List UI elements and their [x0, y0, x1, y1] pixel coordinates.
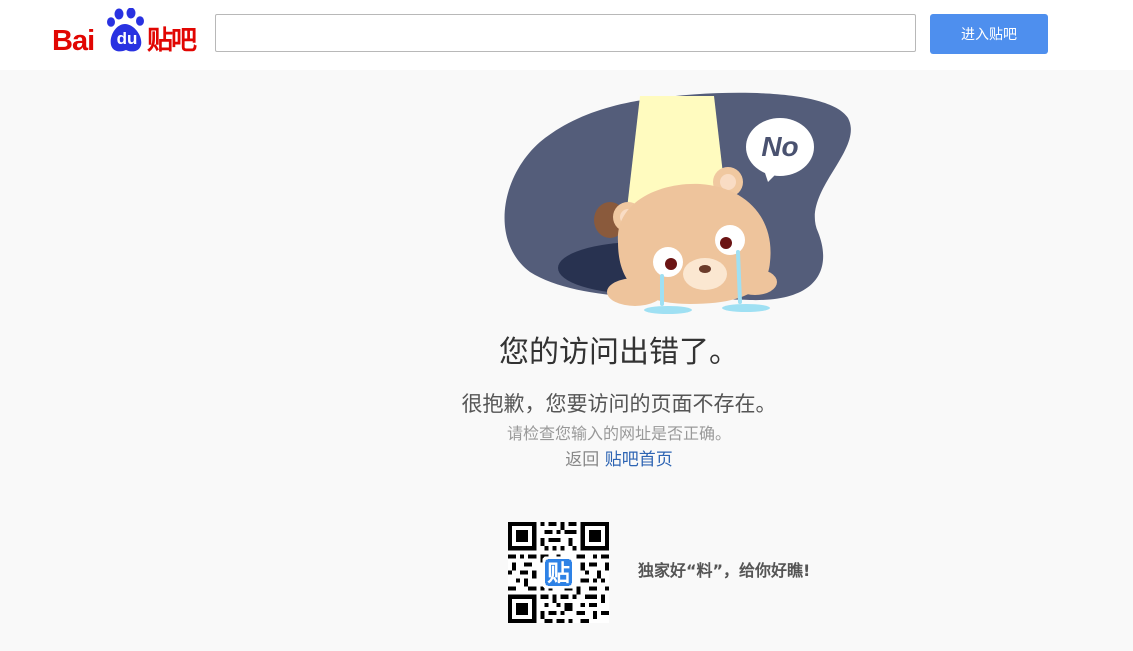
logo-text-tieba: 贴吧 — [147, 26, 197, 56]
search-input[interactable] — [215, 14, 916, 52]
error-hint: 请检查您输入的网址是否正确。 — [506, 424, 731, 443]
speech-bubble-text: No — [761, 131, 798, 162]
top-header: Bai du 贴吧 进入贴吧 — [0, 0, 1133, 70]
qr-code: 贴 — [508, 522, 609, 623]
error-title: 您的访问出错了。 — [499, 335, 739, 370]
logo-text-du: du — [116, 29, 138, 48]
error-subtitle: 很抱歉，您要访问的页面不存在。 — [461, 392, 777, 416]
logo-text-bai: Bai — [52, 25, 95, 57]
baidu-tieba-logo[interactable]: Bai du 贴吧 — [52, 6, 202, 60]
enter-tieba-button[interactable]: 进入贴吧 — [930, 14, 1048, 54]
crying-bear-illustration: No — [504, 92, 851, 314]
return-line: 返回 贴吧首页 — [0, 448, 1133, 472]
promo-slogan: 独家好“料”，给你好瞧! — [638, 561, 811, 580]
return-prefix: 返回 — [565, 450, 600, 470]
tieba-home-link[interactable]: 贴吧首页 — [605, 450, 673, 470]
qr-badge-text: 贴 — [547, 561, 570, 587]
